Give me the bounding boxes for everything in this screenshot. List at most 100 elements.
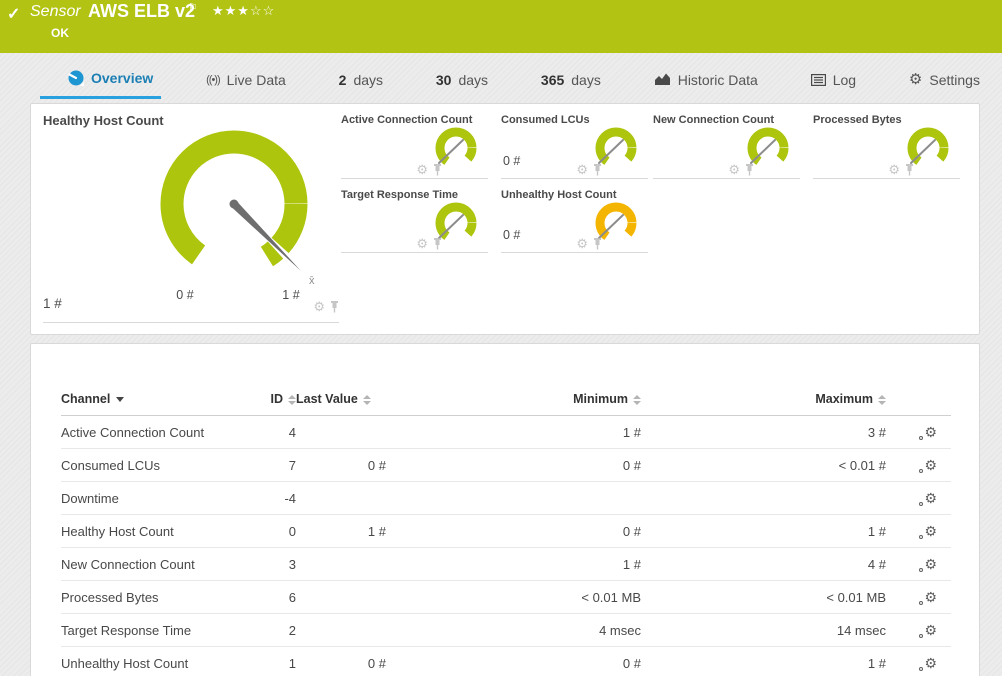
channel-settings-gear-icon[interactable]: ⚙ (919, 656, 937, 671)
gauge-title: Processed Bytes (813, 114, 902, 126)
gauge-average-marker: x̄ (309, 275, 315, 287)
channel-name[interactable]: Consumed LCUs (61, 448, 241, 482)
gauge-cell-active-connection-count[interactable]: Active Connection Count ⚙ (341, 112, 488, 179)
live-data-broadcast-icon: ((•)) (206, 73, 220, 86)
tab-label: Historic Data (677, 71, 758, 88)
channel-name[interactable]: Unhealthy Host Count (61, 646, 241, 676)
channel-settings-gear-icon[interactable]: ⚙ (919, 425, 937, 440)
tab-label: days (571, 71, 601, 88)
pin-icon[interactable] (330, 300, 339, 313)
gauges-panel: Healthy Host Count 0 # 1 # x̄ 1 # ⚙ Acti… (30, 103, 980, 335)
channel-minimum: 0 # (386, 646, 641, 676)
channel-name[interactable]: Target Response Time (61, 613, 241, 647)
channel-gear-icon[interactable]: ⚙ (728, 163, 740, 176)
tab-overview[interactable]: Overview (40, 57, 162, 99)
channel-settings-gear-icon[interactable]: ⚙ (919, 590, 937, 605)
sort-desc-icon (116, 397, 125, 403)
channel-minimum (386, 481, 641, 515)
tab-30-days[interactable]: 30 days (428, 59, 496, 98)
channel-last-value: 0 # (296, 448, 386, 482)
channel-last-value (296, 547, 386, 581)
table-row[interactable]: Consumed LCUs 7 0 # 0 # < 0.01 # ⚙ (61, 448, 951, 482)
column-header-minimum[interactable]: Minimum (386, 386, 641, 416)
gauge-cell-unhealthy-host-count[interactable]: Unhealthy Host Count 0 # ⚙ (501, 187, 648, 253)
primary-gauge-cell[interactable]: Healthy Host Count 0 # 1 # x̄ 1 # ⚙ (43, 104, 339, 323)
column-header-channel[interactable]: Channel (61, 386, 241, 416)
channel-name[interactable]: New Connection Count (61, 547, 241, 581)
tab-number: 30 (435, 71, 452, 88)
channel-settings-gear-icon[interactable]: ⚙ (919, 623, 937, 638)
channel-maximum: 14 msec (641, 613, 886, 647)
pin-icon[interactable] (433, 237, 442, 250)
tab-2-days[interactable]: 2 days (331, 59, 391, 98)
gauge-cell-consumed-lcus[interactable]: Consumed LCUs 0 # ⚙ (501, 112, 648, 179)
channel-gear-icon[interactable]: ⚙ (576, 163, 588, 176)
channel-settings-gear-icon[interactable]: ⚙ (919, 524, 937, 539)
table-row[interactable]: Target Response Time 2 4 msec 14 msec ⚙ (61, 613, 951, 647)
channel-table-panel: Channel ID Last Value Minimum Maximum Ac… (30, 343, 980, 676)
channel-id: 3 (241, 547, 296, 581)
pin-icon[interactable] (433, 163, 442, 176)
tab-365-days[interactable]: 365 days (533, 59, 609, 98)
tab-live-data[interactable]: ((•)) Live Data (198, 59, 294, 98)
channel-id: 6 (241, 580, 296, 614)
pin-icon[interactable] (905, 163, 914, 176)
channel-id: -4 (241, 481, 296, 515)
channel-last-value (296, 415, 386, 449)
channel-gear-icon[interactable]: ⚙ (888, 163, 900, 176)
channel-maximum: < 0.01 MB (641, 580, 886, 614)
channel-settings-gear-icon[interactable]: ⚙ (919, 458, 937, 473)
priority-stars[interactable]: ★★★☆☆ (212, 3, 275, 19)
table-row[interactable]: Active Connection Count 4 1 # 3 # ⚙ (61, 415, 951, 449)
gauge-last-value: 0 # (503, 228, 521, 242)
table-row[interactable]: Healthy Host Count 0 1 # 0 # 1 # ⚙ (61, 514, 951, 548)
channel-settings-gear-icon[interactable]: ⚙ (919, 557, 937, 572)
table-row[interactable]: New Connection Count 3 1 # 4 # ⚙ (61, 547, 951, 581)
tab-log[interactable]: Log (803, 59, 864, 98)
channel-last-value: 0 # (296, 646, 386, 676)
channel-name[interactable]: Processed Bytes (61, 580, 241, 614)
channel-maximum: 1 # (641, 514, 886, 548)
channel-last-value (296, 481, 386, 515)
gauge-last-value: 1 # (43, 296, 62, 311)
channel-id: 0 (241, 514, 296, 548)
channel-gear-icon[interactable]: ⚙ (416, 163, 428, 176)
channel-name[interactable]: Downtime (61, 481, 241, 515)
channel-id: 7 (241, 448, 296, 482)
table-row[interactable]: Downtime -4 ⚙ (61, 481, 951, 515)
gauge-cell-target-response-time[interactable]: Target Response Time ⚙ (341, 187, 488, 253)
table-row[interactable]: Unhealthy Host Count 1 0 # 0 # 1 # ⚙ (61, 646, 951, 676)
column-header-id[interactable]: ID (241, 386, 296, 416)
column-header-last-value[interactable]: Last Value (296, 386, 386, 416)
channel-maximum: 3 # (641, 415, 886, 449)
channel-gear-icon[interactable]: ⚙ (313, 300, 325, 313)
channel-name[interactable]: Active Connection Count (61, 415, 241, 449)
pin-icon[interactable] (593, 237, 602, 250)
channel-id: 1 (241, 646, 296, 676)
table-row[interactable]: Processed Bytes 6 < 0.01 MB < 0.01 MB ⚙ (61, 580, 951, 614)
sort-icon (633, 394, 641, 405)
channel-gear-icon[interactable]: ⚙ (576, 237, 588, 250)
settings-gear-icon: ⚙ (908, 71, 923, 88)
tab-label: Log (832, 71, 857, 88)
status-badge: OK (51, 26, 69, 40)
pin-icon[interactable] (593, 163, 602, 176)
channel-name[interactable]: Healthy Host Count (61, 514, 241, 548)
gauge-cell-processed-bytes[interactable]: Processed Bytes ⚙ (813, 112, 960, 179)
channel-maximum: 1 # (641, 646, 886, 676)
tab-label: Settings (929, 71, 980, 88)
channel-gear-icon[interactable]: ⚙ (416, 237, 428, 250)
channel-minimum: 0 # (386, 448, 641, 482)
channel-last-value (296, 613, 386, 647)
flag-icon[interactable]: ⚐ (188, 1, 198, 14)
tab-historic-data[interactable]: Historic Data (646, 59, 766, 98)
pin-icon[interactable] (745, 163, 754, 176)
channel-minimum: < 0.01 MB (386, 580, 641, 614)
channel-minimum: 1 # (386, 415, 641, 449)
sensor-name: AWS ELB v2 (88, 1, 196, 21)
gauge-title: Consumed LCUs (501, 114, 590, 126)
tab-settings[interactable]: ⚙ Settings (901, 59, 988, 98)
column-header-maximum[interactable]: Maximum (641, 386, 886, 416)
channel-settings-gear-icon[interactable]: ⚙ (919, 491, 937, 506)
gauge-cell-new-connection-count[interactable]: New Connection Count ⚙ (653, 112, 800, 179)
